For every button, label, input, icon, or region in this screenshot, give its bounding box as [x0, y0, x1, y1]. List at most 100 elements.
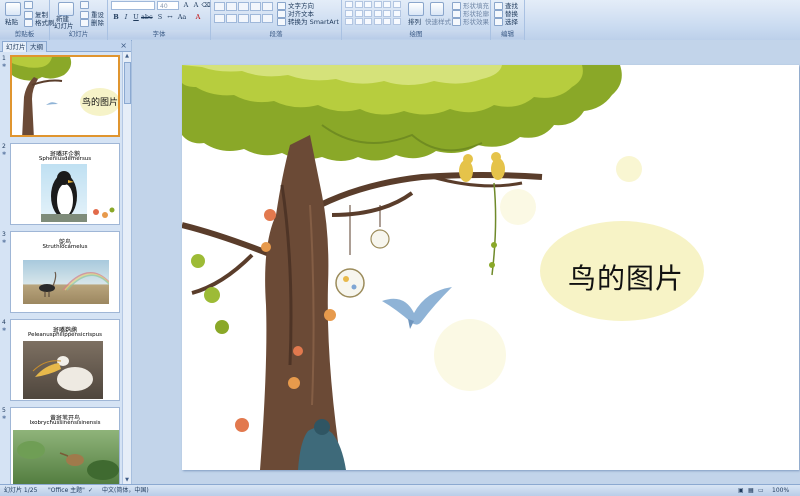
drawing-group: 排列 快速样式 形状填充 形状轮廓 形状效果 绘图	[342, 0, 491, 40]
scroll-down-icon[interactable]: ▼	[123, 476, 131, 484]
slide-thumbnail-4[interactable]: 4 ✱ 斑嘴鹈鹕 Peleanusphilippensicrispus	[0, 319, 122, 403]
decrease-indent-icon[interactable]	[238, 2, 249, 11]
font-name-combo[interactable]	[111, 1, 155, 10]
align-center-icon[interactable]	[226, 14, 237, 23]
shape-effects-button[interactable]: 形状效果	[452, 16, 489, 26]
bullets-icon[interactable]	[214, 2, 225, 11]
slide-5-thumb-subtitle: Ixobrychussinensisinensis	[29, 420, 101, 426]
shrink-font-button[interactable]: A	[191, 1, 201, 9]
font-group: 40 A A ⌫ B I U abc S ↔ Aa A 字体	[108, 0, 211, 40]
quick-styles-button[interactable]: 快速样式	[425, 16, 451, 26]
font-color-icon[interactable]: A	[193, 13, 203, 21]
line-spacing-icon[interactable]	[262, 2, 273, 11]
shape-option[interactable]	[345, 9, 353, 17]
shape-option[interactable]	[383, 18, 391, 25]
cursor-icon	[494, 18, 503, 26]
underline-button[interactable]: U	[131, 13, 141, 21]
paragraph-group: 文字方向 对齐文本 转换为 SmartArt 段落	[211, 0, 342, 40]
spellcheck-icon[interactable]: ✓	[88, 485, 93, 496]
shape-option[interactable]	[373, 9, 382, 17]
font-size-combo[interactable]: 40	[157, 1, 179, 10]
penguin-photo	[41, 164, 87, 222]
shape-option[interactable]	[392, 9, 401, 17]
shape-option[interactable]	[364, 18, 372, 25]
current-slide[interactable]: 鸟的图片	[182, 65, 799, 470]
new-slide-label-2[interactable]: 幻灯片	[54, 20, 74, 30]
layout-button[interactable]	[80, 1, 91, 9]
animation-star-icon: ✱	[2, 327, 7, 333]
arrange-button[interactable]: 排列	[408, 16, 421, 26]
shadow-button[interactable]: S	[155, 13, 165, 21]
align-right-icon[interactable]	[238, 14, 249, 23]
slide-preview: 斑嘴鹈鹕 Peleanusphilippensicrispus	[10, 319, 120, 401]
drawing-group-label: 绘图	[342, 30, 490, 39]
grow-font-button[interactable]: A	[181, 1, 191, 9]
smartart-button[interactable]: 转换为 SmartArt	[277, 16, 339, 26]
strikethrough-button[interactable]: abc	[141, 13, 153, 21]
shape-option[interactable]	[392, 1, 401, 8]
normal-view-icon[interactable]: ▣	[738, 485, 744, 496]
shape-option[interactable]	[373, 1, 382, 8]
close-icon[interactable]: ×	[120, 41, 127, 50]
slide-thumbnail-3[interactable]: 3 ✱ 鸵鸟 Struthiocamelus	[0, 231, 122, 315]
slide-thumbnail-1[interactable]: 1 ✱ 鸟的图片	[0, 55, 122, 139]
blue-bird	[382, 287, 452, 325]
paste-icon[interactable]	[5, 2, 21, 16]
editing-group-label: 编辑	[491, 30, 524, 39]
shape-option[interactable]	[364, 9, 372, 17]
italic-button[interactable]: I	[121, 13, 131, 21]
slide-thumbnail-2[interactable]: 2 ✱ 斑嘴环企鹅 Spheniusdemersus	[0, 143, 122, 227]
delete-icon	[80, 19, 89, 27]
char-spacing-icon[interactable]: ↔	[165, 13, 175, 21]
cut-button[interactable]	[24, 1, 35, 9]
shape-option[interactable]	[383, 1, 391, 8]
shape-option[interactable]	[383, 9, 391, 17]
slide-editing-area: 鸟的图片	[132, 40, 800, 484]
thumbnail-scrollbar[interactable]: ▲ ▼	[122, 52, 131, 484]
select-button[interactable]: 选择	[494, 16, 518, 26]
shapes-gallery[interactable]	[345, 1, 403, 27]
delete-button[interactable]: 删除	[80, 17, 104, 27]
shape-option[interactable]	[373, 18, 382, 25]
shape-effects-label: 形状效果	[463, 18, 489, 26]
smartart-icon	[277, 18, 286, 26]
slide-title[interactable]: 鸟的图片	[568, 257, 684, 297]
tab-outline[interactable]: 大纲	[26, 41, 47, 52]
align-left-icon[interactable]	[214, 14, 225, 23]
shape-option[interactable]	[345, 1, 353, 8]
language: 中文(简体，中国)	[102, 487, 149, 494]
bold-button[interactable]: B	[111, 13, 121, 21]
arrange-icon[interactable]	[408, 2, 424, 16]
zoom-level[interactable]: 100%	[772, 485, 789, 496]
slides-group-label: 幻灯片	[50, 30, 107, 39]
shape-option[interactable]	[354, 9, 363, 17]
animation-star-icon: ✱	[2, 151, 7, 157]
shape-option[interactable]	[345, 18, 353, 25]
slides-group: 新建 幻灯片 重设 删除 幻灯片	[50, 0, 108, 40]
editing-group: 查找 替换 选择 编辑	[491, 0, 525, 40]
slideshow-icon[interactable]: ▭	[758, 485, 764, 496]
shape-option[interactable]	[354, 18, 363, 25]
ostrich-illustration	[39, 271, 109, 297]
numbering-icon[interactable]	[226, 2, 237, 11]
change-case-icon[interactable]: Aa	[177, 13, 187, 21]
paste-button[interactable]: 粘贴	[5, 16, 18, 26]
clear-format-icon[interactable]: ⌫	[201, 1, 211, 9]
slide-sorter-icon[interactable]: ▦	[748, 485, 754, 496]
slide-1-thumb-title: 鸟的图片	[82, 98, 119, 108]
scroll-thumb[interactable]	[124, 62, 131, 104]
scroll-up-icon[interactable]: ▲	[123, 52, 131, 60]
slide-position: 幻灯片 1/25	[4, 487, 38, 494]
columns-icon[interactable]	[262, 14, 273, 23]
shape-option[interactable]	[354, 1, 363, 8]
bittern-illustration	[17, 441, 119, 480]
shape-option[interactable]	[392, 18, 401, 25]
increase-indent-icon[interactable]	[250, 2, 261, 11]
ribbon: 粘贴 复制 格式刷 剪贴板 新建 幻灯片 重设 删除 幻灯片 40 A A ⌫ …	[0, 0, 800, 41]
slide-4-thumb-subtitle: Peleanusphilippensicrispus	[28, 332, 102, 338]
slide-thumbnail-5[interactable]: 5 ✱ 黄斑苇开鸟 Ixobrychussinensisinensis	[0, 407, 122, 484]
quick-styles-icon[interactable]	[430, 2, 444, 16]
select-label: 选择	[505, 18, 518, 26]
shape-option[interactable]	[364, 1, 372, 8]
justify-icon[interactable]	[250, 14, 261, 23]
